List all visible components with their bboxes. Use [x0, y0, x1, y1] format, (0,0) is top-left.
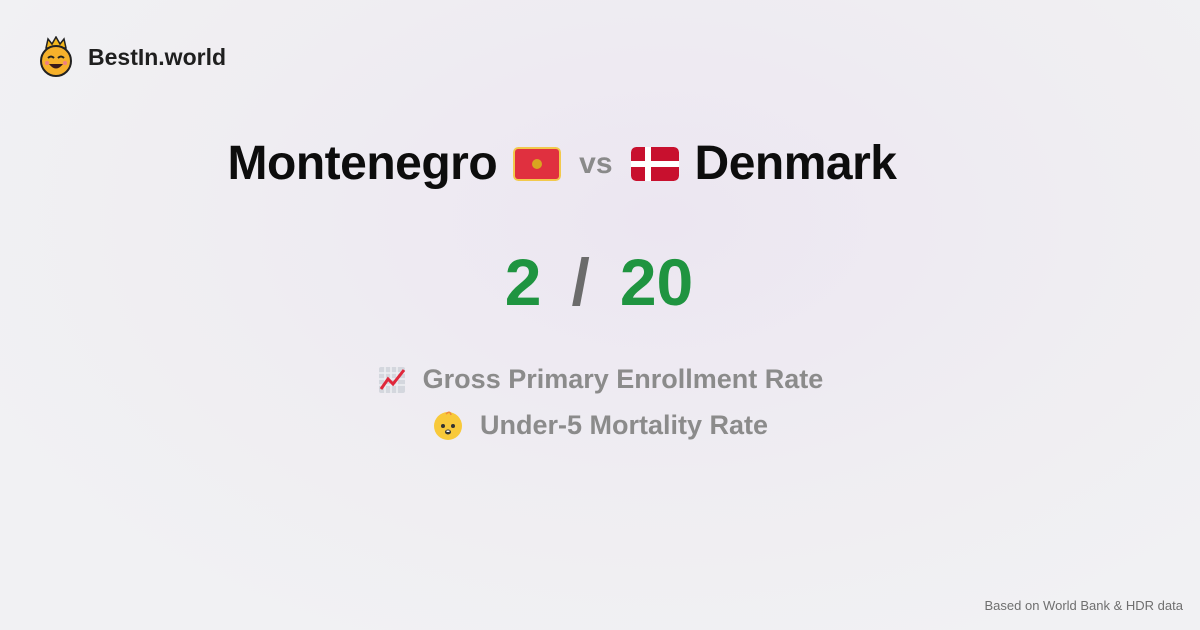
chart-increasing-icon	[378, 366, 405, 393]
metric-item: Gross Primary Enrollment Rate	[377, 364, 824, 395]
metric-label: Under-5 Mortality Rate	[479, 409, 769, 440]
montenegro-flag-icon	[513, 146, 562, 181]
right-score: 20	[619, 245, 694, 319]
score-separator: /	[571, 245, 590, 319]
metric-item: Under-5 Mortality Rate	[432, 409, 768, 441]
metrics-list: Gross Primary Enrollment Rate Under-5 Mo…	[0, 364, 1200, 441]
metric-label: Gross Primary Enrollment Rate	[422, 364, 824, 394]
crowned-smiley-icon	[40, 36, 72, 77]
denmark-flag-icon	[630, 146, 679, 181]
brand-name: BestIn.world	[88, 43, 227, 70]
baby-icon	[433, 411, 462, 440]
score: 2 / 20	[0, 244, 1199, 320]
left-score: 2	[504, 245, 542, 319]
left-country: Montenegro	[227, 137, 498, 190]
data-source-note: Based on World Bank & HDR data	[984, 598, 1183, 613]
comparison-title: Montenegro vs Denmark	[0, 136, 1162, 191]
vs-label: vs	[579, 146, 613, 180]
right-country: Denmark	[694, 137, 897, 190]
brand: BestIn.world	[38, 36, 226, 78]
